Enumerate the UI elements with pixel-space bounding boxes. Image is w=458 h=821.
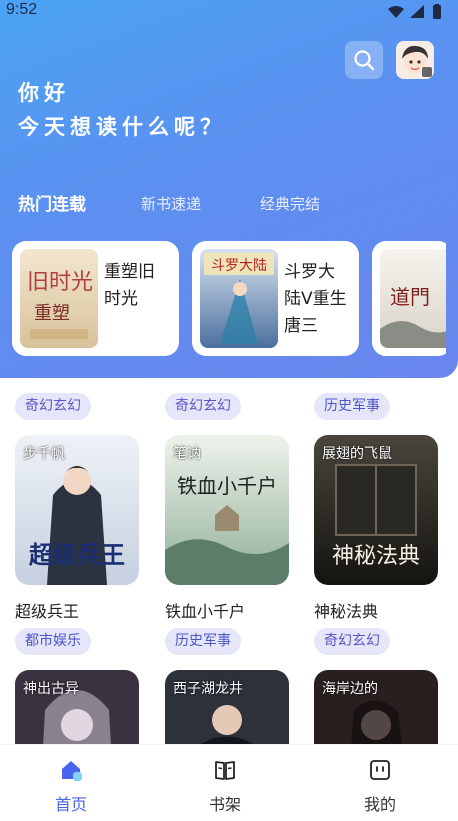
- book-author: 展翅的飞鼠: [322, 446, 392, 462]
- book-open-icon: [215, 761, 235, 780]
- status-icons: [386, 4, 448, 24]
- wifi-icon: [388, 6, 404, 18]
- book-title[interactable]: 神秘法典: [314, 598, 378, 622]
- greeting: 你好 今天想读什么呢？: [18, 76, 226, 144]
- search-icon: [354, 50, 375, 71]
- book-title[interactable]: 铁血小千户: [165, 598, 245, 622]
- tab-new-books[interactable]: 新书速递: [141, 193, 201, 214]
- cover-text: 神秘法典: [332, 544, 420, 569]
- header-panel: 你好 今天想读什么呢？ 热门连载 新书速递 经典完结 旧时光 重塑 重塑旧时光 …: [0, 0, 458, 378]
- genre-tag[interactable]: 奇幻玄幻: [314, 628, 390, 655]
- profile-icon: [370, 760, 390, 780]
- book-cover: 道門: [380, 249, 446, 348]
- category-tabs: 热门连载 新书速递 经典完结: [18, 190, 438, 216]
- nav-mine[interactable]: 我的: [320, 745, 440, 821]
- featured-card[interactable]: 斗罗大陆 斗罗大陆V重生唐三: [192, 241, 359, 356]
- book-cover[interactable]: 铁血小千户 笔讷: [165, 435, 289, 585]
- greeting-line-2: 今天想读什么呢？: [18, 115, 226, 139]
- featured-card[interactable]: 旧时光 重塑 重塑旧时光: [12, 241, 179, 356]
- genre-tag[interactable]: 历史军事: [165, 628, 241, 655]
- nav-home-label: 首页: [54, 795, 87, 814]
- avatar-face-icon: [396, 41, 434, 79]
- nav-mine-label: 我的: [363, 795, 396, 814]
- nav-bookshelf-label: 书架: [208, 795, 241, 814]
- featured-card[interactable]: 道門: [372, 241, 446, 356]
- book-cover[interactable]: 超级兵王 步千帆: [15, 435, 139, 585]
- book-cover: 斗罗大陆: [200, 249, 278, 348]
- status-bar: 9:52: [0, 0, 458, 24]
- avatar[interactable]: [396, 41, 434, 79]
- featured-carousel[interactable]: 旧时光 重塑 重塑旧时光 斗罗大陆 斗罗大陆V重生唐三 道門: [12, 241, 446, 357]
- home-icon: [62, 761, 82, 781]
- featured-title: 斗罗大陆V重生唐三: [284, 262, 347, 336]
- cover-text: 斗罗大陆: [211, 258, 267, 274]
- cover-text: 铁血小千户: [177, 474, 277, 498]
- cover-subtext: 重塑: [34, 303, 70, 324]
- featured-title: 重塑旧时光: [104, 262, 155, 309]
- tab-classic-complete[interactable]: 经典完结: [260, 193, 320, 214]
- book-cover[interactable]: 海岸边的: [314, 670, 438, 744]
- genre-tag[interactable]: 都市娱乐: [15, 628, 91, 655]
- book-author: 神出古异: [23, 681, 79, 697]
- book-grid: 奇幻玄幻 奇幻玄幻 历史军事 超级兵王 步千帆 铁血小千户 笔讷 神秘法典 展翅…: [0, 360, 458, 744]
- cover-text: 超级兵王: [29, 541, 125, 569]
- book-cover[interactable]: 西子湖龙井: [165, 670, 289, 744]
- book-author: 西子湖龙井: [173, 681, 243, 697]
- signal-icon: [410, 5, 424, 18]
- tab-hot-serial[interactable]: 热门连载: [18, 190, 86, 215]
- cover-text: 旧时光: [27, 270, 93, 295]
- battery-icon: [433, 5, 441, 19]
- book-title[interactable]: 超级兵王: [15, 598, 79, 622]
- genre-tag[interactable]: 历史军事: [314, 393, 390, 420]
- greeting-line-1: 你好: [18, 81, 70, 105]
- cover-text: 道門: [390, 285, 430, 309]
- book-author: 步千帆: [23, 446, 65, 462]
- nav-home[interactable]: 首页: [11, 745, 131, 821]
- book-author: 笔讷: [173, 446, 201, 462]
- search-button[interactable]: [345, 41, 383, 79]
- genre-tag[interactable]: 奇幻玄幻: [165, 393, 241, 420]
- status-time: 9:52: [6, 1, 38, 18]
- nav-bookshelf[interactable]: 书架: [165, 745, 285, 821]
- genre-tag[interactable]: 奇幻玄幻: [15, 393, 91, 420]
- bottom-nav: 首页 书架 我的: [0, 744, 458, 821]
- book-cover[interactable]: 神出古异: [15, 670, 139, 744]
- book-cover: 旧时光 重塑: [20, 249, 98, 348]
- book-cover[interactable]: 神秘法典 展翅的飞鼠: [314, 435, 438, 585]
- book-author: 海岸边的: [322, 681, 378, 697]
